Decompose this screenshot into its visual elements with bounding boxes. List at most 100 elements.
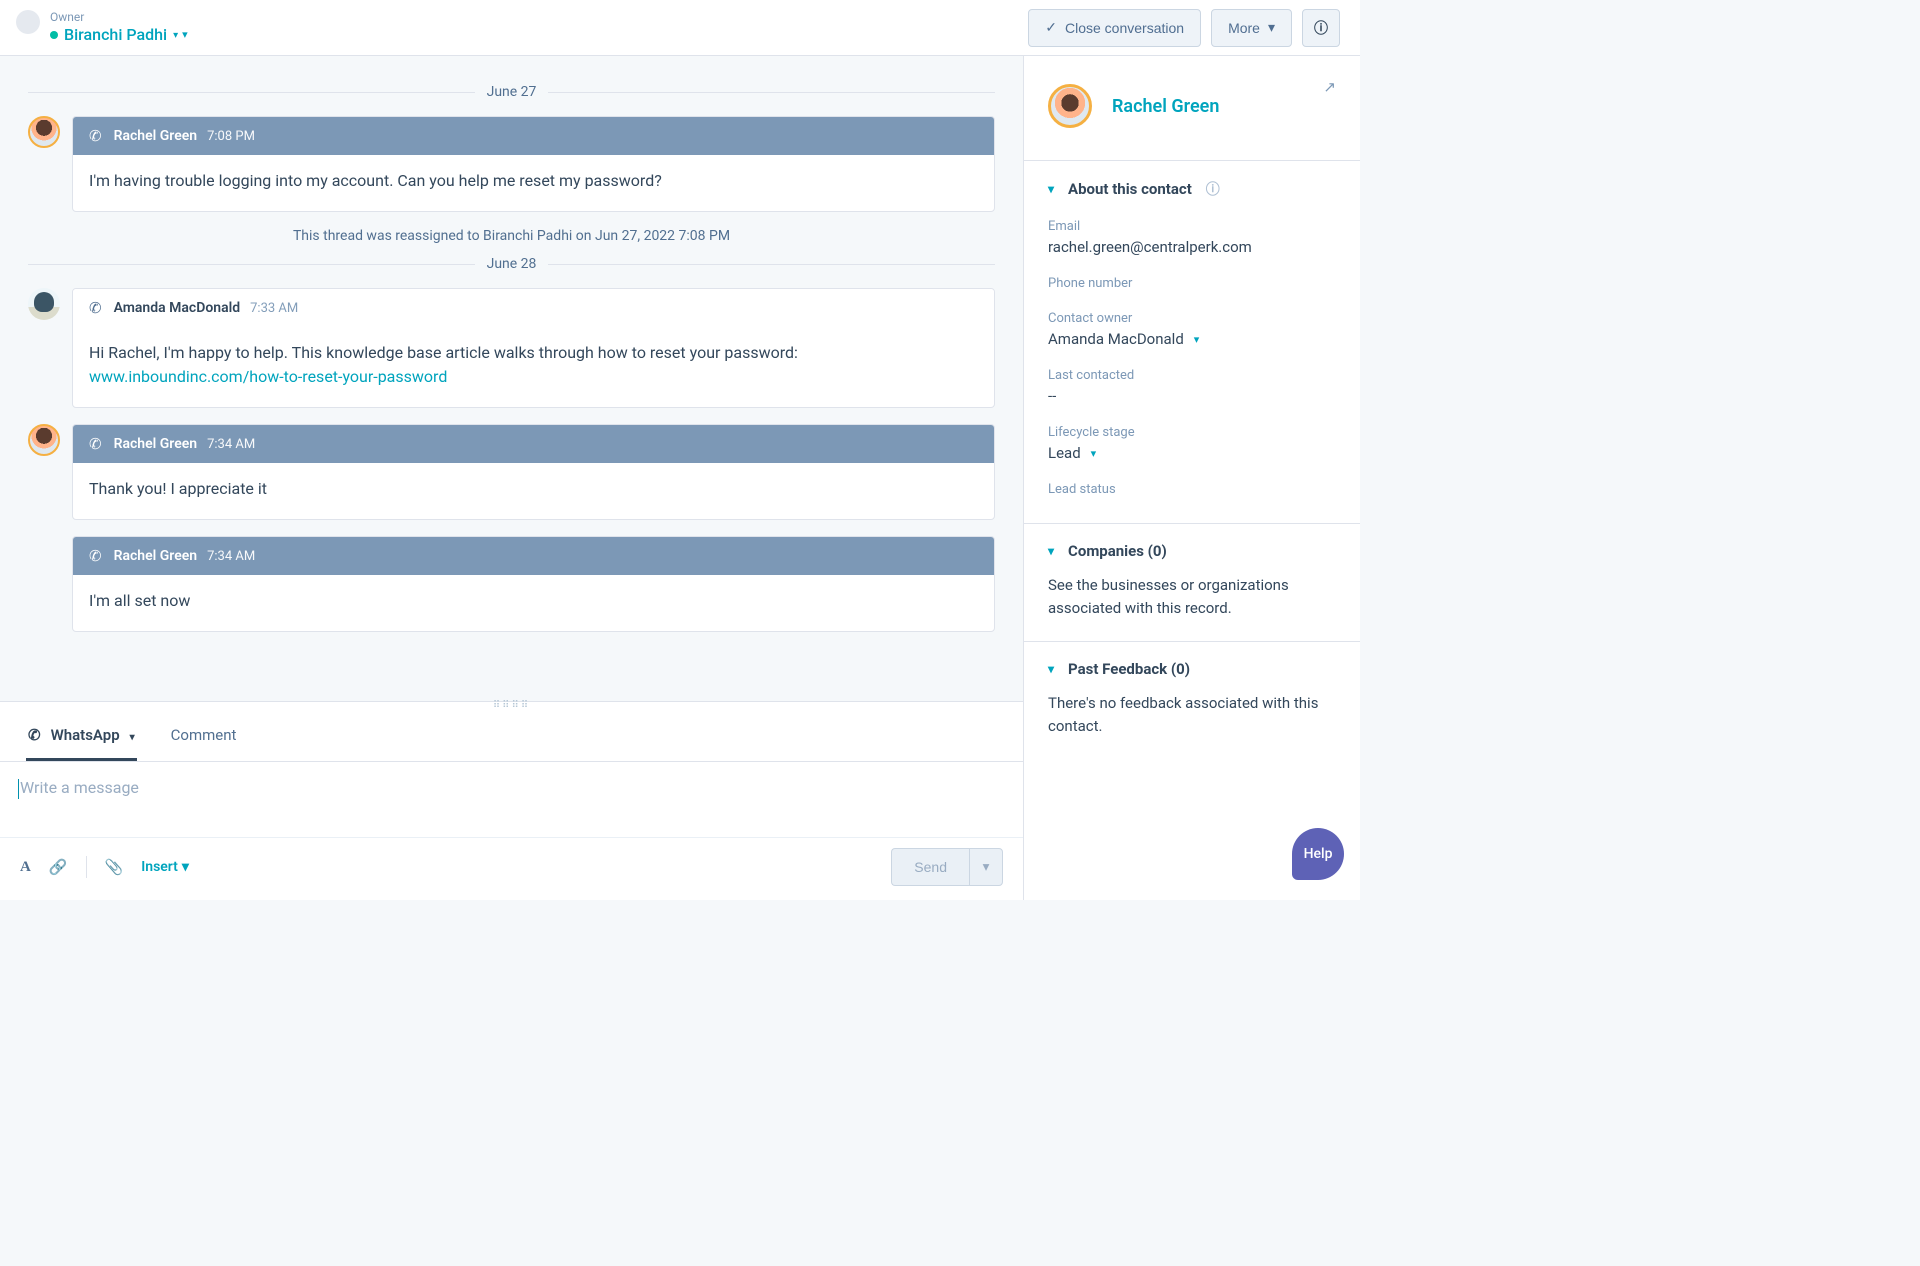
- date-label: June 28: [487, 256, 537, 272]
- send-options-button[interactable]: ▾: [969, 848, 1003, 886]
- message-sender: Rachel Green: [114, 128, 198, 144]
- info-icon: ⓘ: [1314, 18, 1328, 38]
- whatsapp-icon: [28, 726, 43, 744]
- check-icon: ✓: [1045, 19, 1057, 36]
- message-time: 7:33 AM: [250, 301, 298, 316]
- insert-label: Insert: [141, 859, 178, 875]
- message-card: Rachel Green 7:08 PM I'm having trouble …: [72, 116, 995, 212]
- close-conversation-button[interactable]: ✓ Close conversation: [1028, 9, 1201, 47]
- message-row: Amanda MacDonald 7:33 AM Hi Rachel, I'm …: [28, 288, 995, 408]
- section-header-companies[interactable]: ▾ Companies (0): [1048, 542, 1336, 560]
- close-conversation-label: Close conversation: [1065, 20, 1184, 36]
- message-header: Rachel Green 7:08 PM: [73, 117, 994, 155]
- composer-toolbar: A 🔗 📎 Insert ▾ Send ▾: [0, 837, 1023, 900]
- message-card: Rachel Green 7:34 AM Thank you! I apprec…: [72, 424, 995, 520]
- section-companies: ▾ Companies (0) See the businesses or or…: [1024, 523, 1360, 641]
- message-body: I'm having trouble logging into my accou…: [73, 155, 994, 211]
- message-sender: Rachel Green: [114, 548, 198, 564]
- section-header-about[interactable]: ▾ About this contact ⓘ: [1048, 179, 1336, 199]
- section-header-past-feedback[interactable]: ▾ Past Feedback (0): [1048, 660, 1336, 678]
- info-button[interactable]: ⓘ: [1302, 9, 1340, 47]
- help-button[interactable]: Help: [1292, 828, 1344, 880]
- date-label: June 27: [487, 84, 537, 100]
- chevron-down-icon: ▾: [1048, 662, 1054, 676]
- more-label: More: [1228, 20, 1260, 36]
- field-label-contact-owner: Contact owner: [1048, 311, 1336, 326]
- message-row: Rachel Green 7:34 AM I'm all set now: [28, 536, 995, 632]
- caret-down-icon: ▾: [1091, 447, 1097, 460]
- field-label-lifecycle-stage: Lifecycle stage: [1048, 425, 1336, 440]
- field-value-contact-owner[interactable]: Amanda MacDonald ▾: [1048, 330, 1199, 348]
- composer: ⠿⠿⠿⠿ WhatsApp Comment Write a message: [0, 701, 1023, 900]
- date-divider: June 28: [28, 256, 995, 272]
- message-sender: Rachel Green: [114, 436, 198, 452]
- whatsapp-icon: [89, 127, 104, 145]
- conversation-pane: June 27 Rachel Green 7:08 PM I'm having …: [0, 56, 1024, 900]
- section-description: See the businesses or organizations asso…: [1048, 574, 1336, 619]
- section-past-feedback: ▾ Past Feedback (0) There's no feedback …: [1024, 641, 1360, 759]
- message-card: Amanda MacDonald 7:33 AM Hi Rachel, I'm …: [72, 288, 995, 408]
- section-title: Companies (0): [1068, 542, 1167, 560]
- contact-header: Rachel Green ↗: [1024, 56, 1360, 160]
- composer-tab-channel-label: WhatsApp: [51, 726, 120, 744]
- owner-dropdown[interactable]: Biranchi Padhi ▾: [64, 25, 188, 45]
- owner-name-text: Biranchi Padhi: [64, 25, 167, 45]
- text-format-icon[interactable]: A: [20, 859, 31, 876]
- send-button[interactable]: Send: [891, 848, 969, 886]
- field-label-lead-status: Lead status: [1048, 482, 1336, 497]
- more-button[interactable]: More ▾: [1211, 9, 1292, 47]
- composer-tab-channel[interactable]: WhatsApp: [26, 712, 137, 761]
- section-title: Past Feedback (0): [1068, 660, 1190, 678]
- section-about-contact: ▾ About this contact ⓘ Email rachel.gree…: [1024, 160, 1360, 523]
- message-sender: Amanda MacDonald: [114, 300, 241, 316]
- field-label-last-contacted: Last contacted: [1048, 368, 1336, 383]
- section-description: There's no feedback associated with this…: [1048, 692, 1336, 737]
- field-value-lifecycle-stage[interactable]: Lead ▾: [1048, 444, 1096, 462]
- whatsapp-icon: [89, 547, 104, 565]
- field-value-last-contacted: --: [1048, 387, 1336, 405]
- message-row: Rachel Green 7:34 AM Thank you! I apprec…: [28, 424, 995, 520]
- contact-avatar: [1048, 84, 1092, 128]
- whatsapp-icon: [89, 299, 104, 317]
- owner-avatar: [16, 10, 40, 34]
- message-header: Rachel Green 7:34 AM: [73, 537, 994, 575]
- message-body-text: Hi Rachel, I'm happy to help. This knowl…: [89, 343, 798, 362]
- caret-down-icon: ▾: [1268, 19, 1275, 36]
- link-icon[interactable]: 🔗: [49, 858, 68, 876]
- attachment-icon[interactable]: 📎: [105, 858, 124, 876]
- contact-name-link[interactable]: Rachel Green: [1112, 96, 1219, 117]
- resize-handle[interactable]: ⠿⠿⠿⠿: [0, 702, 1023, 712]
- sender-avatar: [28, 424, 60, 456]
- caret-down-icon: ▾: [173, 28, 188, 43]
- caret-down-icon: ▾: [1194, 333, 1200, 346]
- chevron-down-icon: ▾: [1048, 182, 1054, 196]
- section-title: About this contact: [1068, 180, 1192, 198]
- insert-button[interactable]: Insert ▾: [141, 859, 189, 875]
- message-card: Rachel Green 7:34 AM I'm all set now: [72, 536, 995, 632]
- date-divider: June 27: [28, 84, 995, 100]
- message-row: Rachel Green 7:08 PM I'm having trouble …: [28, 116, 995, 212]
- message-time: 7:34 AM: [207, 437, 255, 452]
- composer-body[interactable]: Write a message: [0, 762, 1023, 837]
- sender-avatar: [28, 288, 60, 320]
- sidebar: Rachel Green ↗ ▾ About this contact ⓘ Em…: [1024, 56, 1360, 900]
- presence-dot-icon: [50, 31, 58, 39]
- chevron-down-icon: ▾: [1048, 544, 1054, 558]
- field-lifecycle-text: Lead: [1048, 444, 1081, 462]
- message-header: Rachel Green 7:34 AM: [73, 425, 994, 463]
- caret-down-icon: ▾: [182, 859, 189, 875]
- message-body: Hi Rachel, I'm happy to help. This knowl…: [73, 327, 994, 407]
- composer-tab-comment[interactable]: Comment: [169, 712, 239, 761]
- field-label-email: Email: [1048, 219, 1336, 234]
- field-owner-text: Amanda MacDonald: [1048, 330, 1184, 348]
- composer-placeholder: Write a message: [20, 778, 139, 797]
- info-icon: ⓘ: [1206, 179, 1220, 199]
- message-header: Amanda MacDonald 7:33 AM: [73, 289, 994, 327]
- whatsapp-icon: [89, 435, 104, 453]
- message-link[interactable]: www.inboundinc.com/how-to-reset-your-pas…: [89, 367, 447, 386]
- owner-label: Owner: [50, 10, 188, 25]
- message-body: Thank you! I appreciate it: [73, 463, 994, 519]
- open-external-icon[interactable]: ↗: [1323, 78, 1336, 96]
- messages-scroll[interactable]: June 27 Rachel Green 7:08 PM I'm having …: [0, 56, 1023, 701]
- field-value-email[interactable]: rachel.green@centralperk.com: [1048, 238, 1336, 256]
